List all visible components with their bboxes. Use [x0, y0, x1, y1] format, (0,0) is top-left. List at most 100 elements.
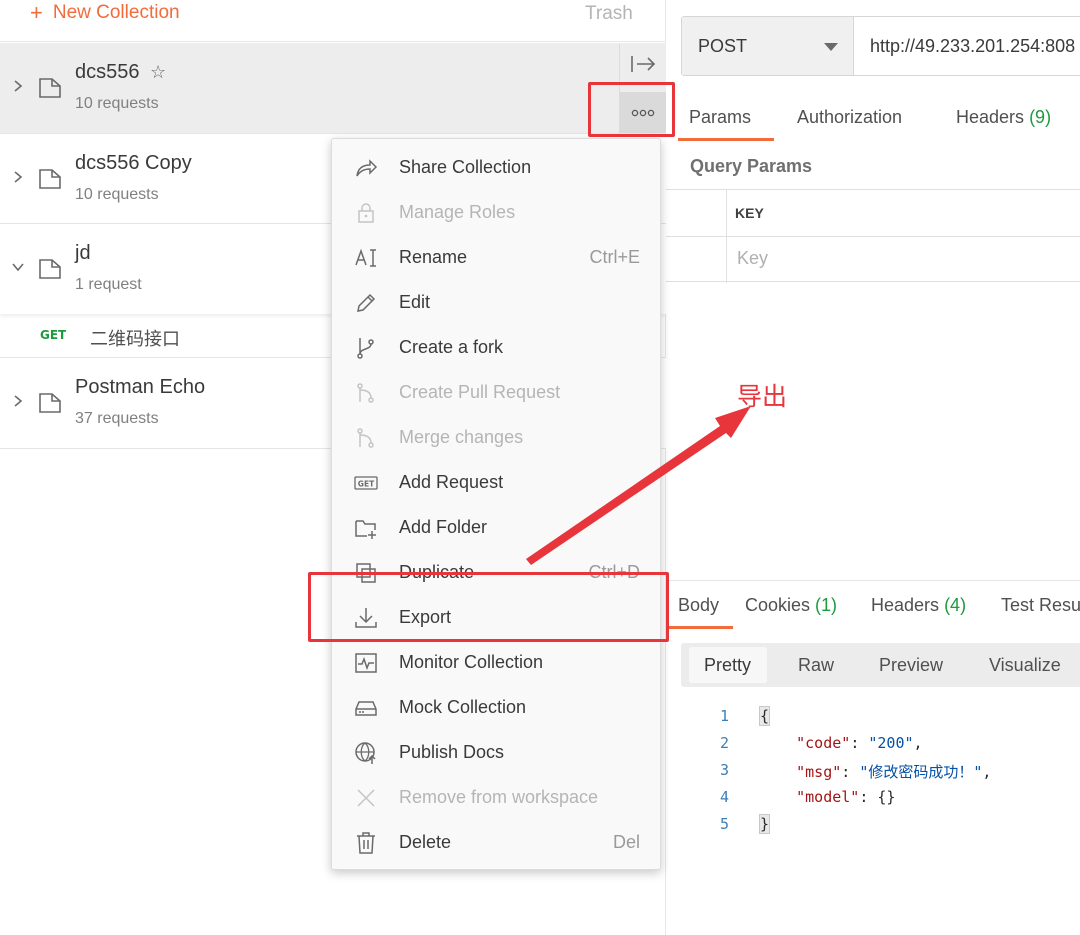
- tab-test-results[interactable]: Test Resu: [1001, 595, 1080, 616]
- menu-item-shortcut: Ctrl+D: [588, 562, 640, 582]
- menu-item-label: Rename: [399, 247, 468, 267]
- download-icon: [355, 608, 377, 628]
- collection-actions: [619, 44, 666, 134]
- new-collection-button[interactable]: + New Collection: [30, 2, 180, 24]
- view-visualize-button[interactable]: Visualize: [989, 655, 1061, 676]
- tab-label: Authorization: [797, 107, 903, 127]
- annotation-label: 导出: [737, 382, 788, 411]
- menu-item-add-request[interactable]: GET Add Request: [332, 460, 662, 505]
- response-tabs: Body Cookies (1) Headers (4) Test Resu: [666, 580, 1080, 629]
- svg-text:GET: GET: [358, 480, 375, 489]
- collection-context-menu: Share Collection Manage Roles Rename Ctr…: [331, 138, 661, 870]
- view-raw-button[interactable]: Raw: [798, 655, 834, 676]
- tab-response-headers[interactable]: Headers (4): [871, 595, 966, 616]
- view-preview-button[interactable]: Preview: [879, 655, 943, 676]
- get-request-icon: GET: [354, 476, 378, 490]
- request-item[interactable]: GET 二维码接口: [0, 315, 330, 357]
- menu-item-delete[interactable]: Delete Del: [332, 820, 662, 865]
- tab-count: (1): [815, 595, 838, 615]
- monitor-icon: [355, 653, 377, 673]
- menu-item-remove-from-workspace: Remove from workspace: [332, 775, 662, 820]
- tab-authorization[interactable]: Authorization: [797, 107, 902, 128]
- tab-label: Body: [678, 595, 720, 615]
- json-key: "msg": [796, 763, 842, 781]
- menu-item-monitor-collection[interactable]: Monitor Collection: [332, 640, 662, 685]
- tab-label: Headers: [871, 595, 940, 615]
- tab-params[interactable]: Params: [689, 107, 751, 128]
- new-collection-label: New Collection: [52, 2, 180, 23]
- json-key: "model": [796, 788, 860, 806]
- menu-item-shortcut: Del: [612, 832, 640, 852]
- active-tab-underline: [678, 138, 774, 141]
- chevron-down-icon[interactable]: [10, 259, 26, 275]
- url-input[interactable]: http://49.233.201.254:808: [870, 36, 1075, 57]
- line-number: 4: [720, 788, 730, 806]
- menu-item-label: Merge changes: [399, 427, 524, 447]
- method-badge: GET: [40, 328, 67, 342]
- chevron-right-icon[interactable]: [10, 393, 26, 409]
- plus-icon: +: [30, 0, 43, 25]
- active-tab-underline: [666, 626, 733, 629]
- menu-item-shortcut: Ctrl+E: [589, 247, 640, 267]
- response-body[interactable]: 1 { 2 "code": "200", 3 "msg": "修改密码成功！",…: [666, 705, 1080, 845]
- tab-label: Params: [689, 107, 752, 127]
- tab-body[interactable]: Body: [678, 595, 719, 616]
- collection-request-count: 37 requests: [75, 410, 159, 427]
- menu-item-edit[interactable]: Edit: [332, 280, 662, 325]
- request-pane: POST http://49.233.201.254:808 Params Au…: [666, 0, 1080, 935]
- trash-icon: [357, 832, 375, 854]
- menu-item-label: Create Pull Request: [399, 382, 561, 402]
- code-line: }: [758, 814, 771, 834]
- table-divider: [726, 190, 727, 283]
- query-params-table: KEY Key: [666, 189, 1080, 283]
- menu-item-mock-collection[interactable]: Mock Collection: [332, 685, 662, 730]
- collection-row-dcs556[interactable]: dcs556 ☆ 10 requests: [0, 43, 666, 133]
- rename-icon: [355, 248, 376, 267]
- menu-item-duplicate[interactable]: Duplicate Ctrl+D: [332, 550, 662, 595]
- menu-item-label: Delete: [399, 832, 452, 852]
- collection-name: dcs556: [75, 61, 140, 83]
- line-number: 1: [720, 707, 730, 725]
- chevron-right-icon[interactable]: [10, 78, 26, 94]
- menu-item-create-fork[interactable]: Create a fork: [332, 325, 662, 370]
- menu-item-share-collection[interactable]: Share Collection: [332, 145, 662, 190]
- line-number: 3: [720, 761, 730, 779]
- menu-item-merge-changes: Merge changes: [332, 415, 662, 460]
- tab-count: (4): [944, 595, 967, 615]
- menu-item-manage-roles: Manage Roles: [332, 190, 662, 235]
- menu-item-label: Add Folder: [399, 517, 488, 537]
- menu-item-publish-docs[interactable]: Publish Docs: [332, 730, 662, 775]
- menu-item-add-folder[interactable]: Add Folder: [332, 505, 662, 550]
- json-value: {}: [877, 788, 896, 806]
- key-input[interactable]: Key: [737, 248, 768, 269]
- view-pretty-button[interactable]: Pretty: [704, 655, 751, 676]
- json-value: "修改密码成功！": [859, 763, 983, 781]
- method-select[interactable]: POST: [682, 17, 854, 75]
- line-number: 5: [720, 815, 730, 833]
- more-actions-button[interactable]: [620, 92, 666, 134]
- close-icon: [357, 789, 375, 807]
- caret-down-icon: [824, 43, 838, 51]
- share-icon: [356, 159, 378, 177]
- sidebar-toolbar: + New Collection Trash: [0, 0, 666, 42]
- collection-name: jd: [75, 242, 91, 264]
- open-sidebar-icon[interactable]: [628, 52, 658, 76]
- table-divider: [666, 236, 1080, 237]
- tab-count: (9): [1029, 107, 1052, 127]
- fork-icon: [357, 338, 374, 359]
- menu-item-export[interactable]: Export: [332, 595, 662, 640]
- star-icon[interactable]: ☆: [150, 62, 166, 83]
- menu-item-rename[interactable]: Rename Ctrl+E: [332, 235, 662, 280]
- tab-headers[interactable]: Headers (9): [956, 107, 1051, 128]
- menu-item-label: Mock Collection: [399, 697, 527, 717]
- brace: {: [758, 706, 771, 726]
- menu-item-label: Manage Roles: [399, 202, 516, 222]
- ellipsis-icon: [631, 109, 655, 117]
- chevron-right-icon[interactable]: [10, 169, 26, 185]
- json-value: "200": [868, 734, 914, 752]
- menu-item-label: Edit: [399, 292, 431, 312]
- trash-link[interactable]: Trash: [585, 3, 633, 25]
- collection-request-count: 10 requests: [75, 186, 159, 203]
- tab-cookies[interactable]: Cookies (1): [745, 595, 837, 616]
- collection-request-count: 10 requests: [75, 95, 159, 112]
